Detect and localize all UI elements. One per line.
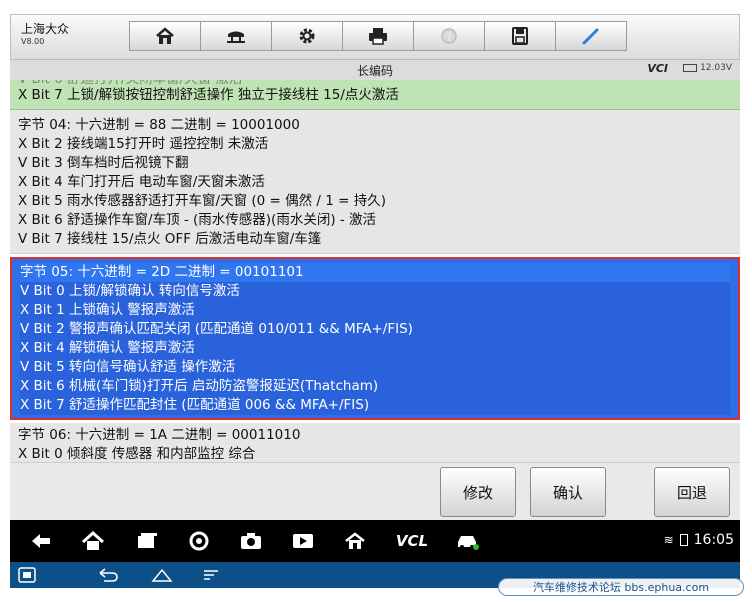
save-icon	[512, 27, 528, 45]
toolbar: ?	[129, 21, 627, 51]
browser-icon[interactable]	[186, 530, 212, 552]
svg-text:?: ?	[446, 32, 451, 43]
list-line: X Bit 5 雨水传感器舒适打开车窗/天窗 (0 = 偶然 / 1 = 持久)	[18, 193, 386, 209]
confirm-button[interactable]: 确认	[530, 467, 606, 517]
home-garage-icon[interactable]	[342, 530, 368, 552]
list-line: X Bit 1 上锁确认 警报声激活	[20, 301, 730, 320]
brand: 上海大众 V8.00	[21, 22, 69, 48]
home-button[interactable]	[129, 21, 201, 51]
list-line: X Bit 4 解锁确认 警报声激活	[20, 339, 730, 358]
list-item[interactable]: 字节 06: 十六进制 = 1A 二进制 = 00011010 X Bit 0 …	[10, 423, 740, 462]
list-line: 字节 06: 十六进制 = 1A 二进制 = 00011010	[18, 427, 301, 443]
list-line: 字节 04: 十六进制 = 88 二进制 = 10001000	[18, 117, 300, 133]
vci-indicator: VCI	[647, 62, 668, 75]
list-line: V Bit 0 上锁/解锁确认 转向信号激活	[20, 282, 730, 301]
recent-apps-icon[interactable]	[134, 530, 160, 552]
video-icon[interactable]	[290, 530, 316, 552]
list-line: V Bit 5 转向信号确认舒适 操作激活	[20, 358, 730, 377]
app-name: 上海大众	[21, 22, 70, 36]
car-icon[interactable]	[454, 530, 480, 552]
battery-voltage: 12.03V	[700, 63, 732, 73]
battery-icon	[683, 64, 698, 72]
car-lift-button[interactable]	[200, 21, 272, 51]
list-line: X Bit 4 车门打开后 电动车窗/天窗未激活	[18, 174, 265, 190]
status-area: ≋ 16:05	[664, 532, 734, 548]
camera-icon[interactable]	[238, 530, 264, 552]
system-back-icon[interactable]	[96, 566, 120, 584]
vcl-logo[interactable]: VCL	[394, 530, 430, 552]
list-item[interactable]: 字节 04: 十六进制 = 88 二进制 = 10001000 X Bit 2 …	[10, 110, 740, 254]
list-line: X Bit 2 接线端15打开时 遥控控制 未激活	[18, 136, 269, 152]
list-item[interactable]: V Bit 6 舒适打开/关闭车窗/天窗 激活 X Bit 7 上锁/解锁按钮控…	[10, 80, 740, 110]
settings-button[interactable]	[271, 21, 343, 51]
wifi-icon: ≋	[663, 533, 674, 547]
list-line: V Bit 7 接线柱 15/点火 OFF 后激活电动车窗/车篷	[18, 231, 322, 247]
watermark: 汽车维修技术论坛 bbs.ephua.com	[498, 578, 744, 596]
title-bar: 上海大众 V8.00 ?	[10, 14, 740, 60]
back-arrow-icon[interactable]	[28, 530, 54, 552]
list-line: V Bit 3 倒车档时后视镜下翻	[18, 155, 189, 171]
list-line: X Bit 6 舒适操作车窗/车顶 - (雨水传感器)(雨水关闭) - 激活	[18, 212, 377, 228]
list-line: X Bit 7 舒适操作匹配封住 (匹配通道 006 && MFA+/FIS)	[20, 396, 730, 415]
app-version: V8.00	[21, 37, 45, 46]
coding-list[interactable]: V Bit 6 舒适打开/关闭车窗/天窗 激活 X Bit 7 上锁/解锁按钮控…	[10, 80, 740, 462]
list-line: V Bit 2 警报声确认匹配关闭 (匹配通道 010/011 && MFA+/…	[20, 320, 730, 339]
help-button[interactable]: ?	[413, 21, 485, 51]
app-nav-bar: VCL ≋ 16:05	[10, 520, 740, 562]
modify-button[interactable]: 修改	[440, 467, 516, 517]
gear-icon	[299, 28, 315, 44]
print-icon	[369, 28, 387, 45]
system-home-icon[interactable]	[150, 566, 174, 584]
edit-button[interactable]	[555, 21, 627, 51]
sub-header: 长编码 VCI 12.03V	[10, 60, 740, 80]
home-icon	[156, 27, 174, 44]
list-line: 字节 05: 十六进制 = 2D 二进制 = 00101101	[20, 263, 730, 282]
battery-indicator: 12.03V	[683, 63, 732, 73]
list-line: X Bit 7 上锁/解锁按钮控制舒适操作 独立于接线柱 15/点火激活	[18, 87, 399, 103]
list-line: X Bit 6 机械(车门锁)打开后 启动防盗警报延迟(Thatcham)	[20, 377, 730, 396]
screenshot-icon[interactable]	[18, 566, 36, 584]
save-button[interactable]	[484, 21, 556, 51]
clock: 16:05	[693, 532, 734, 548]
action-bar: 修改 确认 回退	[10, 462, 740, 520]
list-line: X Bit 0 倾斜度 传感器 和内部监控 综合	[18, 446, 256, 462]
system-menu-icon[interactable]	[202, 566, 220, 584]
car-lift-icon	[227, 31, 245, 43]
print-button[interactable]	[342, 21, 414, 51]
home-icon[interactable]	[80, 530, 106, 552]
page-title: 长编码	[356, 64, 393, 78]
help-icon: ?	[441, 28, 457, 44]
battery-status-icon	[679, 534, 688, 546]
selected-list-item[interactable]: 字节 05: 十六进制 = 2D 二进制 = 00101101 V Bit 0 …	[10, 257, 740, 420]
pen-icon	[582, 28, 599, 45]
back-button[interactable]: 回退	[654, 467, 730, 517]
